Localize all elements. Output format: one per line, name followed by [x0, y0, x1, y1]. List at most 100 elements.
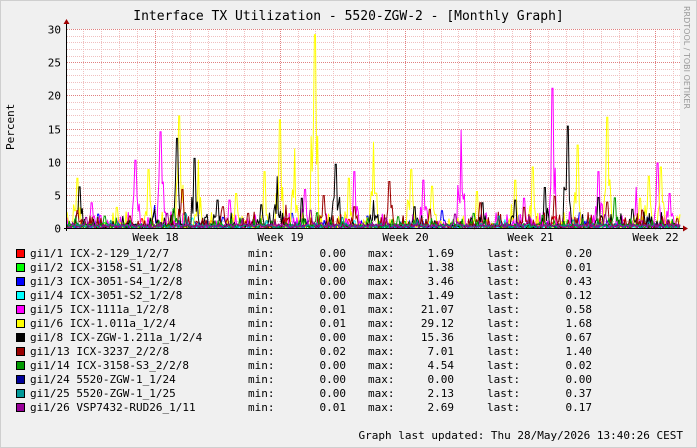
legend-min-value: 0.00 [319, 261, 347, 274]
legend-last-label: last: [487, 261, 521, 274]
legend-last-label: last: [487, 359, 521, 372]
y-tick-label: 20 [48, 90, 61, 103]
legend-min-label: min: [248, 345, 275, 358]
legend-min-label: min: [248, 401, 275, 414]
legend-max-label: max: [368, 303, 395, 316]
y-tick-label: 10 [48, 157, 61, 170]
legend-min-value: 0.00 [319, 289, 347, 302]
legend-swatch [16, 347, 25, 356]
legend-swatch [16, 333, 25, 342]
legend-min-label: min: [248, 387, 275, 400]
legend-last-value: 0.02 [565, 359, 593, 372]
legend-last-value: 1.68 [565, 317, 593, 330]
y-tick-label: 15 [48, 124, 61, 137]
legend-min-label: min: [248, 261, 275, 274]
legend-series-name: gi1/26 VSP7432-RUD26_1/11 [30, 401, 196, 414]
legend-min-label: min: [248, 289, 275, 302]
legend-max-value: 2.69 [427, 401, 455, 414]
legend-series-name: gi1/2 ICX-3158-S1_1/2/8 [30, 261, 183, 274]
legend-min-label: min: [248, 373, 275, 386]
legend-max-value: 4.54 [427, 359, 455, 372]
legend-max-value: 2.13 [427, 387, 455, 400]
legend-min-value: 0.00 [319, 373, 347, 386]
legend-max-label: max: [368, 261, 395, 274]
legend-min-value: 0.00 [319, 359, 347, 372]
y-tick-label: 30 [48, 24, 61, 37]
legend-min-label: min: [248, 303, 275, 316]
x-tick-label: Week 21 [507, 231, 553, 244]
legend-max-label: max: [368, 247, 395, 260]
legend-last-label: last: [487, 247, 521, 260]
legend-swatch [16, 375, 25, 384]
legend-min-label: min: [248, 317, 275, 330]
legend-last-label: last: [487, 275, 521, 288]
legend-swatch [16, 263, 25, 272]
legend-max-value: 29.12 [420, 317, 454, 330]
y-tick-label: 0 [54, 223, 61, 236]
legend-min-label: min: [248, 275, 275, 288]
legend-last-value: 0.67 [565, 331, 593, 344]
legend-min-value: 0.02 [319, 345, 347, 358]
legend-series-name: gi1/1 ICX-2-129_1/2/7 [30, 247, 170, 260]
legend-last-value: 0.20 [565, 247, 593, 260]
x-tick-label: Week 19 [257, 231, 303, 244]
legend-max-value: 21.07 [420, 303, 454, 316]
legend-last-label: last: [487, 331, 521, 344]
last-updated-text: Graph last updated: Thu 28/May/2026 13:4… [358, 429, 683, 442]
legend-last-value: 0.58 [565, 303, 593, 316]
legend-series-name: gi1/8 ICX-ZGW-1.211a_1/2/4 [30, 331, 203, 344]
legend-last-label: last: [487, 373, 521, 386]
y-axis-arrow [63, 19, 70, 24]
legend-min-label: min: [248, 247, 275, 260]
y-tick-label: 5 [54, 190, 61, 203]
plot-area [67, 29, 680, 228]
legend-swatch [16, 403, 25, 412]
legend-swatch [16, 361, 25, 370]
legend-max-label: max: [368, 331, 395, 344]
y-tick-label: 25 [48, 57, 61, 70]
legend-last-label: last: [487, 387, 521, 400]
legend-last-value: 0.43 [565, 275, 593, 288]
legend-min-label: min: [248, 359, 275, 372]
legend-max-label: max: [368, 317, 395, 330]
legend-last-value: 0.00 [565, 373, 593, 386]
legend-min-value: 0.01 [319, 401, 347, 414]
x-axis-arrow [683, 225, 688, 232]
legend-last-value: 0.01 [565, 261, 593, 274]
legend-swatch [16, 291, 25, 300]
legend-last-label: last: [487, 317, 521, 330]
legend-series-name: gi1/6 ICX-1.011a_1/2/4 [30, 317, 176, 330]
legend-last-label: last: [487, 289, 521, 302]
legend-max-label: max: [368, 373, 395, 386]
legend-max-value: 1.69 [427, 247, 455, 260]
legend-series-name: gi1/14 ICX-3158-S3_2/2/8 [30, 359, 189, 372]
x-tick-label: Week 18 [132, 231, 178, 244]
legend-max-value: 1.38 [427, 261, 455, 274]
legend-max-value: 0.00 [427, 373, 455, 386]
legend-swatch [16, 319, 25, 328]
legend-max-label: max: [368, 387, 395, 400]
legend-min-label: min: [248, 331, 275, 344]
legend-max-label: max: [368, 289, 395, 302]
x-tick-label: Week 20 [382, 231, 428, 244]
legend-series-name: gi1/5 ICX-1111a_1/2/8 [30, 303, 170, 316]
legend-last-value: 0.17 [565, 401, 593, 414]
legend-max-label: max: [368, 359, 395, 372]
legend-series-name: gi1/3 ICX-3051-S4_1/2/8 [30, 275, 183, 288]
legend-series-name: gi1/25 5520-ZGW-1_1/25 [30, 387, 176, 400]
legend-series-name: gi1/24 5520-ZGW-1_1/24 [30, 373, 176, 386]
legend-max-value: 7.01 [427, 345, 455, 358]
x-tick-label: Week 22 [632, 231, 678, 244]
legend-last-label: last: [487, 401, 521, 414]
legend-swatch [16, 249, 25, 258]
legend-max-label: max: [368, 345, 395, 358]
legend-min-value: 0.00 [319, 331, 347, 344]
legend-min-value: 0.01 [319, 303, 347, 316]
legend-last-value: 0.12 [565, 289, 593, 302]
legend-max-value: 3.46 [427, 275, 455, 288]
legend-min-value: 0.00 [319, 275, 347, 288]
legend-swatch [16, 389, 25, 398]
legend-max-label: max: [368, 275, 395, 288]
legend-swatch [16, 277, 25, 286]
legend-last-label: last: [487, 303, 521, 316]
